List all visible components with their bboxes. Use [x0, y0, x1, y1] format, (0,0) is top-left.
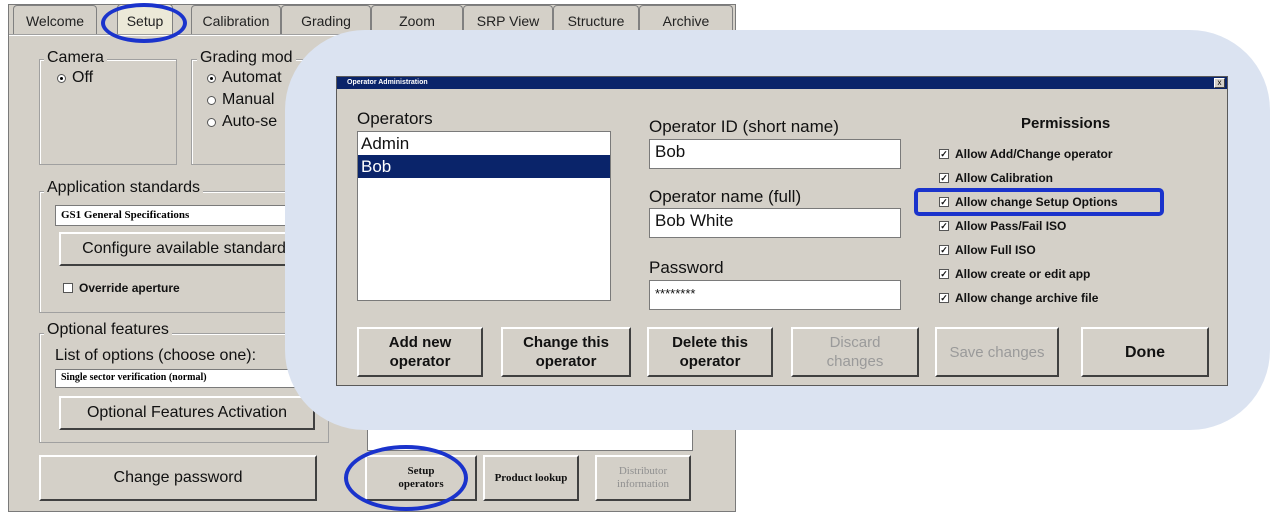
add-operator-button[interactable]: Add new operator	[357, 327, 483, 377]
permission-checkbox[interactable]: ✓ Allow change archive file	[939, 291, 1098, 305]
add-operator-line2: operator	[389, 353, 451, 370]
checkbox-checked-icon: ✓	[939, 221, 949, 231]
tab-setup[interactable]: Setup	[117, 4, 173, 36]
permission-label: Allow create or edit app	[955, 267, 1091, 281]
close-icon[interactable]: x	[1214, 78, 1225, 88]
optional-features-activation-button[interactable]: Optional Features Activation	[59, 396, 315, 430]
radio-selected-icon	[207, 73, 216, 83]
list-item[interactable]: Admin	[358, 132, 610, 155]
configure-standards-button[interactable]: Configure available standard	[59, 232, 309, 266]
operator-id-label: Operator ID (short name)	[649, 117, 839, 136]
password-field[interactable]: ********	[649, 280, 901, 310]
change-operator-line1: Change this	[523, 334, 609, 351]
discard-changes-line2: changes	[826, 353, 884, 370]
permission-checkbox[interactable]: ✓ Allow Full ISO	[939, 243, 1036, 257]
setup-operators-line1: Setup	[407, 465, 435, 477]
grading-auto-select-radio[interactable]: Auto-se	[207, 113, 277, 131]
delete-operator-line2: operator	[679, 353, 741, 370]
operator-name-label: Operator name (full)	[649, 187, 802, 206]
change-password-button[interactable]: Change password	[39, 455, 317, 501]
setup-operators-button[interactable]: Setup operators	[365, 455, 477, 501]
camera-legend: Camera	[44, 49, 107, 67]
app-standard-select[interactable]: GS1 General Specifications	[55, 205, 305, 226]
permission-checkbox[interactable]: ✓ Allow Calibration	[939, 171, 1053, 185]
done-button[interactable]: Done	[1081, 327, 1209, 377]
radio-selected-icon	[57, 73, 66, 83]
save-changes-button[interactable]: Save changes	[935, 327, 1059, 377]
checkbox-checked-icon: ✓	[939, 269, 949, 279]
discard-changes-button[interactable]: Discard changes	[791, 327, 919, 377]
distributor-line1: Distributor	[618, 465, 668, 477]
checkbox-checked-icon: ✓	[939, 293, 949, 303]
operator-admin-dialog: Operator Administration x Operators Admi…	[336, 76, 1228, 386]
permission-label: Allow change archive file	[955, 291, 1099, 305]
grading-automatic-label: Automat	[222, 69, 282, 86]
app-standards-legend: Application standards	[44, 179, 203, 197]
delete-operator-line1: Delete this	[672, 334, 748, 351]
options-list-label: List of options (choose one):	[55, 347, 257, 364]
change-operator-line2: operator	[535, 353, 597, 370]
grading-manual-label: Manual	[222, 91, 275, 108]
password-label: Password	[649, 258, 724, 277]
permission-label: Allow Add/Change operator	[955, 147, 1113, 161]
distributor-info-button[interactable]: Distributor information	[595, 455, 691, 501]
operators-list[interactable]: Admin Bob	[357, 131, 611, 301]
operator-name-field[interactable]: Bob White	[649, 208, 901, 238]
delete-operator-button[interactable]: Delete this operator	[647, 327, 773, 377]
change-operator-button[interactable]: Change this operator	[501, 327, 631, 377]
permission-label: Allow Calibration	[955, 171, 1054, 185]
add-operator-line1: Add new	[388, 334, 452, 351]
permission-label: Allow Full ISO	[955, 243, 1036, 257]
checkbox-icon	[63, 283, 73, 293]
radio-icon	[207, 117, 216, 127]
options-select[interactable]: Single sector verification (normal)	[55, 369, 305, 388]
optional-features-legend: Optional features	[44, 321, 172, 339]
permission-checkbox[interactable]: ✓ Allow Add/Change operator	[939, 147, 1113, 161]
checkbox-checked-icon: ✓	[939, 173, 949, 183]
distributor-line2: information	[617, 478, 669, 490]
permission-label: Allow Pass/Fail ISO	[955, 219, 1067, 233]
grading-auto-select-label: Auto-se	[222, 113, 278, 130]
permissions-title: Permissions	[1021, 115, 1111, 132]
grading-mode-legend: Grading mod	[197, 49, 296, 67]
setup-options-permission-highlight	[914, 188, 1164, 216]
grading-automatic-radio[interactable]: Automat	[207, 69, 282, 87]
discard-changes-line1: Discard	[829, 334, 881, 351]
permission-checkbox[interactable]: ✓ Allow create or edit app	[939, 267, 1090, 281]
checkbox-checked-icon: ✓	[939, 149, 949, 159]
permission-checkbox[interactable]: ✓ Allow Pass/Fail ISO	[939, 219, 1066, 233]
dialog-title: Operator Administration	[347, 79, 428, 86]
checkbox-checked-icon: ✓	[939, 245, 949, 255]
setup-operators-line2: operators	[398, 478, 444, 490]
camera-off-label: Off	[72, 69, 94, 86]
radio-icon	[207, 95, 216, 105]
operator-id-field[interactable]: Bob	[649, 139, 901, 169]
override-aperture-checkbox[interactable]: Override aperture	[63, 281, 180, 295]
tab-calibration[interactable]: Calibration	[191, 5, 281, 35]
tab-welcome[interactable]: Welcome	[13, 5, 97, 35]
list-item-selected[interactable]: Bob	[358, 155, 610, 178]
product-lookup-button[interactable]: Product lookup	[483, 455, 579, 501]
grading-manual-radio[interactable]: Manual	[207, 91, 274, 109]
override-aperture-label: Override aperture	[79, 281, 180, 295]
dialog-title-bar: Operator Administration	[337, 77, 1227, 89]
camera-off-radio[interactable]: Off	[57, 69, 93, 87]
operators-label: Operators	[357, 109, 433, 128]
